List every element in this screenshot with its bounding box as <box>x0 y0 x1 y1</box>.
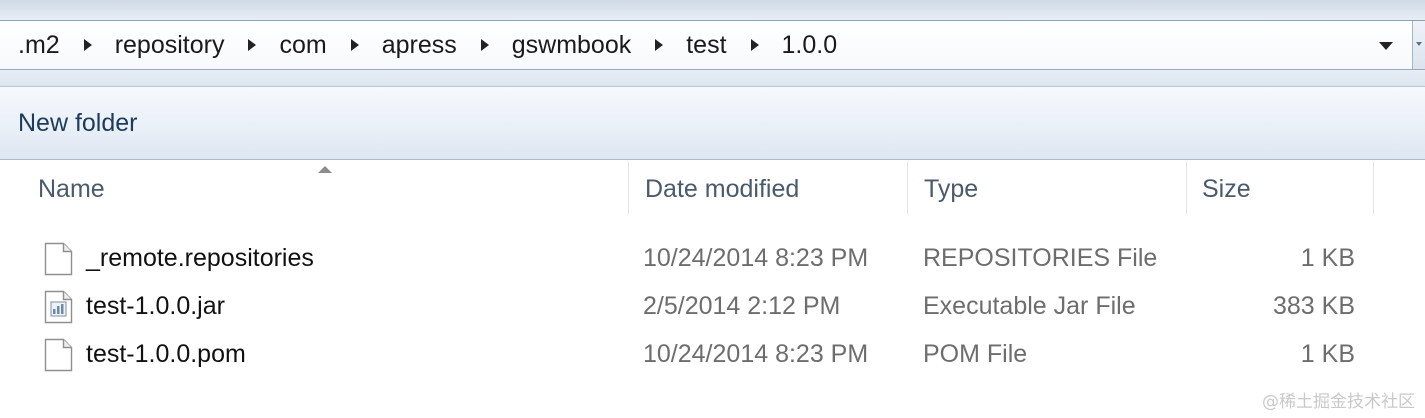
column-header-date-label: Date modified <box>645 175 800 203</box>
column-divider[interactable] <box>1373 162 1374 214</box>
breadcrumb: .m2 repository com apress gswmbook test … <box>0 21 837 69</box>
breadcrumb-separator-icon[interactable] <box>350 39 359 51</box>
file-size: 1 KB <box>1300 244 1355 272</box>
file-row[interactable]: test-1.0.0.pom 10/24/2014 8:23 PM POM Fi… <box>0 330 1425 378</box>
file-name: test-1.0.0.pom <box>86 340 246 368</box>
command-toolbar: New folder <box>0 86 1425 160</box>
generic-file-icon <box>44 338 73 372</box>
breadcrumb-item-com[interactable]: com <box>279 31 326 60</box>
watermark: @稀土掘金技术社区 <box>1262 392 1415 412</box>
breadcrumb-item-test[interactable]: test <box>686 31 726 60</box>
file-name: test-1.0.0.jar <box>86 292 225 320</box>
file-date-modified: 10/24/2014 8:23 PM <box>643 340 869 368</box>
file-size: 383 KB <box>1272 292 1355 320</box>
breadcrumb-item-m2[interactable]: .m2 <box>18 31 60 60</box>
generic-file-icon <box>44 242 73 276</box>
file-date-modified: 10/24/2014 8:23 PM <box>643 244 869 272</box>
refresh-button-edge[interactable] <box>1412 21 1425 69</box>
column-header-row: Name Date modified Type Size <box>0 160 1425 216</box>
column-header-type[interactable]: Type <box>908 160 1186 216</box>
chevron-down-icon[interactable] <box>1379 42 1393 50</box>
chevron-down-icon <box>1416 42 1422 46</box>
file-type: Executable Jar File <box>923 292 1136 320</box>
breadcrumb-separator-icon[interactable] <box>248 39 257 51</box>
column-header-name[interactable]: Name <box>0 160 628 216</box>
file-date-modified: 2/5/2014 2:12 PM <box>643 292 841 320</box>
breadcrumb-item-apress[interactable]: apress <box>382 31 457 60</box>
window-top-strip <box>0 0 1425 20</box>
breadcrumb-item-1-0-0[interactable]: 1.0.0 <box>782 31 838 60</box>
file-size: 1 KB <box>1300 340 1355 368</box>
breadcrumb-separator-icon[interactable] <box>750 39 759 51</box>
breadcrumb-separator-icon[interactable] <box>83 39 92 51</box>
column-header-name-label: Name <box>38 175 105 203</box>
file-type: REPOSITORIES File <box>923 244 1158 272</box>
address-bar[interactable]: .m2 repository com apress gswmbook test … <box>0 20 1425 70</box>
file-list: Name Date modified Type Size _remote.rep… <box>0 160 1425 418</box>
column-header-size-label: Size <box>1202 175 1251 203</box>
window-frame-strip <box>0 70 1425 86</box>
breadcrumb-item-gswmbook[interactable]: gswmbook <box>512 31 632 60</box>
file-name: _remote.repositories <box>86 244 314 272</box>
breadcrumb-separator-icon[interactable] <box>480 39 489 51</box>
new-folder-button[interactable]: New folder <box>18 109 138 138</box>
breadcrumb-item-repository[interactable]: repository <box>115 31 225 60</box>
column-header-size[interactable]: Size <box>1187 160 1373 216</box>
file-type: POM File <box>923 340 1028 368</box>
column-header-date-modified[interactable]: Date modified <box>629 160 907 216</box>
breadcrumb-separator-icon[interactable] <box>655 39 664 51</box>
file-row[interactable]: _remote.repositories 10/24/2014 8:23 PM … <box>0 234 1425 282</box>
jar-file-icon <box>44 290 73 324</box>
column-header-type-label: Type <box>924 175 979 203</box>
file-row[interactable]: test-1.0.0.jar 2/5/2014 2:12 PM Executab… <box>0 282 1425 330</box>
